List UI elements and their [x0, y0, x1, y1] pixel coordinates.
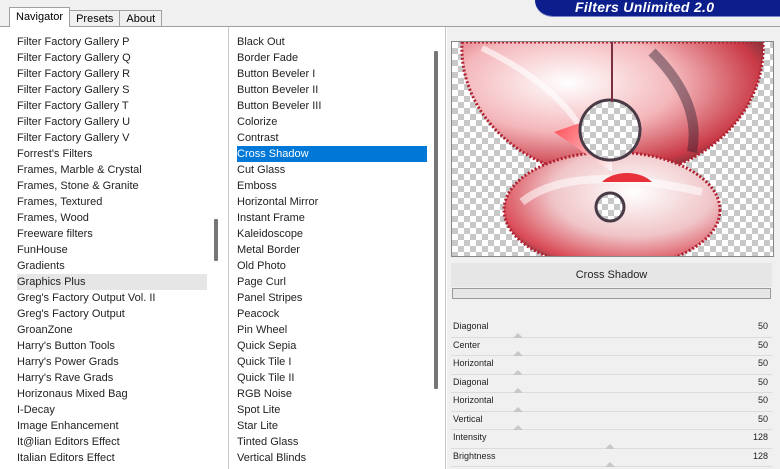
slider-thumb[interactable] [604, 462, 615, 467]
category-list-item[interactable]: Graphics Plus [17, 274, 207, 290]
category-list-item[interactable]: Harry's Rave Grads [17, 370, 207, 386]
category-list-item[interactable]: Italian Editors Effect [17, 450, 207, 466]
filter-list-item[interactable]: Vertical Blinds [237, 450, 427, 466]
category-list-item[interactable]: Filter Factory Gallery Q [17, 50, 207, 66]
filter-list-item[interactable]: Quick Sepia [237, 338, 427, 354]
tab-navigator[interactable]: Navigator [9, 7, 71, 27]
navigator-panel: Filter Factory Gallery P Filter Factory G… [0, 26, 780, 469]
category-list[interactable]: Filter Factory Gallery P Filter Factory G… [17, 34, 207, 469]
progress-bar [452, 288, 771, 299]
param-label: Brightness [453, 450, 496, 461]
filter-list-item[interactable]: Emboss [237, 178, 427, 194]
category-list-item[interactable]: Filter Factory Gallery P [17, 34, 207, 50]
category-list-item[interactable]: Forrest's Filters [17, 146, 207, 162]
filter-list-item[interactable]: Colorize [237, 114, 427, 130]
category-list-item[interactable]: Gradients [17, 258, 207, 274]
param-label: Intensity [453, 432, 487, 442]
filter-list-item[interactable]: Star Lite [237, 418, 427, 434]
param-slider[interactable]: Brightness 128 [451, 449, 772, 467]
param-label: Vertical [453, 413, 483, 424]
filter-list-item[interactable]: Old Photo [237, 258, 427, 274]
preview-artwork [460, 42, 765, 256]
param-slider[interactable]: Intensity 128 [451, 430, 772, 449]
category-list-item[interactable]: Frames, Marble & Crystal [17, 162, 207, 178]
param-slider[interactable]: Vertical 50 [451, 412, 772, 430]
param-label: Center [453, 339, 481, 350]
category-list-item[interactable]: Filter Factory Gallery R [17, 66, 207, 82]
param-value: 128 [752, 450, 768, 461]
filter-list-item[interactable]: Peacock [237, 306, 427, 322]
filter-list-item[interactable]: Button Beveler II [237, 82, 427, 98]
tab-bar: Navigator Presets About [9, 7, 163, 27]
preview-panel: Cross Shadow Diagonal 50 Center 50 Horizonta… [447, 27, 780, 469]
category-list-item[interactable]: Frames, Textured [17, 194, 207, 210]
category-list-item[interactable]: Image Enhancement [17, 418, 207, 434]
brand-banner: Filters Unlimited 2.0 [535, 0, 780, 16]
param-label: Diagonal [453, 321, 489, 331]
filter-list-item[interactable]: Horizontal Mirror [237, 194, 427, 210]
param-slider[interactable]: Diagonal 50 [451, 319, 772, 338]
category-list-item[interactable]: Harry's Power Grads [17, 354, 207, 370]
filter-list-item[interactable]: Button Beveler I [237, 66, 427, 82]
category-list-item[interactable]: Filter Factory Gallery U [17, 114, 207, 130]
filter-list[interactable]: Black Out Border Fade Button Beveler I Butt… [237, 34, 427, 469]
param-label: Diagonal [453, 376, 489, 387]
param-label: Horizontal [453, 395, 494, 405]
filter-list-item[interactable]: Page Curl [237, 274, 427, 290]
brand-title: Filters Unlimited 2.0 [575, 0, 715, 15]
category-list-item[interactable]: GroanZone [17, 322, 207, 338]
filter-list-item[interactable]: RGB Noise [237, 386, 427, 402]
tab-about[interactable]: About [119, 10, 163, 27]
list-divider [228, 27, 229, 469]
category-scrollbar-thumb[interactable] [214, 219, 218, 261]
filter-list-item[interactable]: Black Out [237, 34, 427, 50]
category-list-item[interactable]: Filter Factory Gallery T [17, 98, 207, 114]
preview-image [451, 41, 774, 257]
category-list-item[interactable]: Filter Factory Gallery V [17, 130, 207, 146]
filter-list-item[interactable]: Panel Stripes [237, 290, 427, 306]
list-divider-right [445, 27, 446, 469]
param-value: 50 [757, 339, 768, 350]
filter-list-item[interactable]: Tinted Glass [237, 434, 427, 450]
filter-list-item[interactable]: Border Fade [237, 50, 427, 66]
param-value: 50 [757, 413, 768, 424]
category-list-item[interactable]: Greg's Factory Output Vol. II [17, 290, 207, 306]
category-list-item[interactable]: FunHouse [17, 242, 207, 258]
category-list-item[interactable]: Frames, Wood [17, 210, 207, 226]
filter-list-item[interactable]: Cross Shadow [237, 146, 427, 162]
filter-list-item[interactable]: Button Beveler III [237, 98, 427, 114]
filter-list-item[interactable]: Contrast [237, 130, 427, 146]
category-list-item[interactable]: Greg's Factory Output [17, 306, 207, 322]
category-list-item[interactable]: Harry's Button Tools [17, 338, 207, 354]
parameter-sliders: Diagonal 50 Center 50 Horizontal 50 Diagonal 50… [451, 319, 772, 467]
top-bar: Navigator Presets About Filters Unlimite… [0, 0, 780, 27]
category-list-item[interactable]: Horizonaus Mixed Bag [17, 386, 207, 402]
filter-scrollbar-thumb[interactable] [434, 51, 438, 389]
param-label: Horizontal [453, 358, 494, 368]
filter-list-item[interactable]: Instant Frame [237, 210, 427, 226]
param-value: 50 [757, 321, 768, 331]
param-value: 50 [757, 358, 768, 368]
filter-list-item[interactable]: Kaleidoscope [237, 226, 427, 242]
param-slider[interactable]: Center 50 [451, 338, 772, 356]
category-list-item[interactable]: It@lian Editors Effect [17, 434, 207, 450]
category-list-item[interactable]: I-Decay [17, 402, 207, 418]
filter-list-item[interactable]: Pin Wheel [237, 322, 427, 338]
filter-list-item[interactable]: Cut Glass [237, 162, 427, 178]
param-value: 50 [757, 395, 768, 405]
param-value: 128 [752, 432, 768, 442]
filter-list-item[interactable]: Metal Border [237, 242, 427, 258]
param-value: 50 [757, 376, 768, 387]
param-slider[interactable]: Horizontal 50 [451, 393, 772, 412]
tab-presets[interactable]: Presets [69, 10, 121, 27]
param-slider[interactable]: Horizontal 50 [451, 356, 772, 375]
category-list-item[interactable]: Filter Factory Gallery S [17, 82, 207, 98]
param-slider[interactable]: Diagonal 50 [451, 375, 772, 393]
filter-list-item[interactable]: Quick Tile I [237, 354, 427, 370]
filter-list-item[interactable]: Spot Lite [237, 402, 427, 418]
filter-name-label: Cross Shadow [451, 263, 772, 287]
filter-list-item[interactable]: Quick Tile II [237, 370, 427, 386]
category-list-item[interactable]: Frames, Stone & Granite [17, 178, 207, 194]
category-list-item[interactable]: Freeware filters [17, 226, 207, 242]
